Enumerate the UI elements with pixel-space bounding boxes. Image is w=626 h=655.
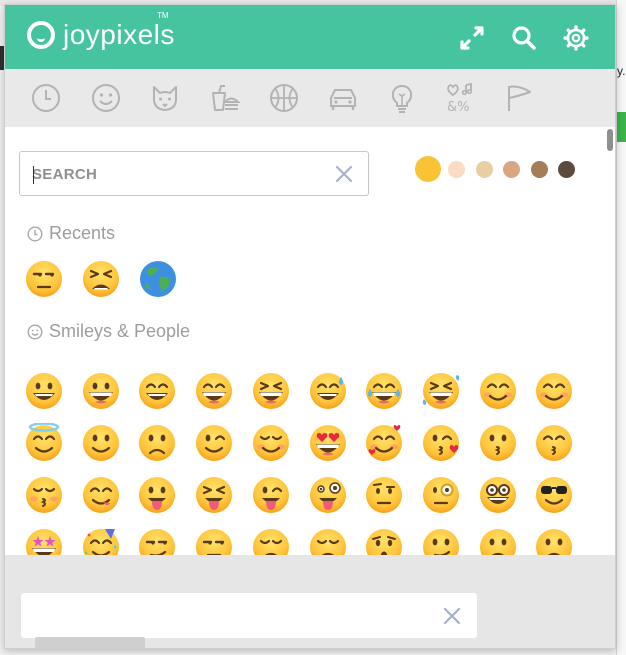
- emoji-smiling-face[interactable]: [478, 371, 518, 411]
- emoji-smiling-face-sunglasses[interactable]: [534, 475, 574, 515]
- page-edge: [616, 0, 626, 655]
- emoji-face-with-tongue[interactable]: [137, 475, 177, 515]
- emoji-tired-face[interactable]: [81, 259, 121, 299]
- emoji-unamused-face[interactable]: [194, 527, 234, 555]
- emoji-relieved-face[interactable]: [251, 423, 291, 463]
- skin-tone-4[interactable]: [503, 161, 520, 178]
- logo-text: joypixels: [63, 19, 175, 50]
- recent-clock-icon[interactable]: [29, 81, 63, 115]
- food-icon[interactable]: [208, 81, 242, 115]
- skin-tone-1[interactable]: [415, 156, 441, 182]
- emoji-rolling-laughing[interactable]: [421, 371, 461, 411]
- picker-header: joypixels TM: [5, 5, 615, 69]
- emoji-winking-face[interactable]: [194, 423, 234, 463]
- recent-clock-icon: [27, 225, 43, 242]
- close-icon[interactable]: [332, 162, 356, 186]
- skin-tone-2[interactable]: [448, 161, 465, 178]
- emoji-kissing-face[interactable]: [478, 423, 518, 463]
- emoji-frowning-face[interactable]: [534, 527, 574, 555]
- emoji-confused-face[interactable]: [421, 527, 461, 555]
- emoji-grinning-face[interactable]: [24, 371, 64, 411]
- emoji-search-box: [19, 151, 369, 196]
- emoji-scroll-area[interactable]: Recents Smileys & People: [5, 127, 615, 555]
- vertical-scrollbar-thumb[interactable]: [607, 129, 613, 151]
- emoji-pensive-face[interactable]: [308, 527, 348, 555]
- emoji-face-tears-of-joy[interactable]: [364, 371, 404, 411]
- emoji-smiling-face-halo[interactable]: [24, 423, 64, 463]
- emoji-grinning-face-big-eyes[interactable]: [81, 371, 121, 411]
- skin-tone-3[interactable]: [476, 161, 493, 178]
- emoji-slightly-frowning-face[interactable]: [478, 527, 518, 555]
- emoji-partying-face[interactable]: [81, 527, 121, 555]
- emoji-output-field[interactable]: [21, 593, 477, 638]
- emoji-upside-down-face[interactable]: [137, 423, 177, 463]
- emoji-smiling-face-smiling-eyes[interactable]: [534, 371, 574, 411]
- emoji-worried-face[interactable]: [364, 527, 404, 555]
- recents-label: Recents: [49, 223, 116, 243]
- skin-tone-5[interactable]: [531, 161, 548, 178]
- joypixels-logo-icon: [27, 21, 55, 49]
- expand-icon[interactable]: [457, 23, 487, 53]
- header-actions: [457, 23, 591, 53]
- smileys-section-title: Smileys & People: [27, 321, 190, 342]
- svg-text:&%: &%: [447, 100, 470, 114]
- text-caret: [33, 166, 34, 184]
- emoji-beaming-face[interactable]: [194, 371, 234, 411]
- emoji-squinting-face-tongue[interactable]: [194, 475, 234, 515]
- sports-ball-icon[interactable]: [267, 81, 301, 115]
- car-icon[interactable]: [326, 81, 360, 115]
- emoji-face-raised-eyebrow[interactable]: [364, 475, 404, 515]
- emoji-grinning-squinting-face[interactable]: [251, 371, 291, 411]
- animal-icon[interactable]: [148, 81, 182, 115]
- emoji-nerd-face[interactable]: [478, 475, 518, 515]
- emoji-face-with-monocle[interactable]: [421, 475, 461, 515]
- smileys-label: Smileys & People: [49, 321, 191, 341]
- lightbulb-icon[interactable]: [385, 81, 419, 115]
- joypixels-logo: joypixels: [27, 19, 175, 51]
- emoji-smiling-face-hearts[interactable]: [364, 423, 404, 463]
- emoji-face-savoring-food[interactable]: [81, 475, 121, 515]
- recents-section-title: Recents: [27, 223, 115, 244]
- smiley-icon: [27, 323, 43, 340]
- horizontal-scrollbar-thumb[interactable]: [35, 637, 145, 648]
- close-icon[interactable]: [439, 603, 465, 629]
- flag-icon[interactable]: [502, 81, 536, 115]
- gear-icon[interactable]: [561, 23, 591, 53]
- emoji-search-input[interactable]: [32, 162, 322, 186]
- emoji-winking-face-tongue[interactable]: [251, 475, 291, 515]
- emoji-disappointed-face[interactable]: [251, 527, 291, 555]
- emoji-grinning-face-smiling-eyes[interactable]: [137, 371, 177, 411]
- emoji-smirking-face[interactable]: [137, 527, 177, 555]
- emoji-globe-asia-australia[interactable]: [138, 259, 178, 299]
- smiley-icon[interactable]: [89, 81, 123, 115]
- emoji-kissing-face-closed-eyes[interactable]: [24, 475, 64, 515]
- symbols-icon[interactable]: &%: [443, 81, 477, 115]
- emoji-unamused-face[interactable]: [24, 259, 64, 299]
- emoji-slightly-smiling-face[interactable]: [81, 423, 121, 463]
- emoji-smiling-face-heart-eyes[interactable]: [308, 423, 348, 463]
- skin-tone-6[interactable]: [558, 161, 575, 178]
- search-icon[interactable]: [509, 23, 539, 53]
- emoji-zany-face[interactable]: [308, 475, 348, 515]
- page-edge-accent: [617, 112, 626, 142]
- page-edge-text: y.: [617, 64, 626, 78]
- emoji-kissing-face-smiling-eyes[interactable]: [534, 423, 574, 463]
- emoji-star-struck[interactable]: [24, 527, 64, 555]
- emoji-picker-panel: joypixels TM &% SEARCH Recents Smileys &…: [4, 4, 616, 649]
- category-bar: &%: [5, 69, 615, 127]
- logo-trademark: TM: [157, 11, 169, 20]
- emoji-grinning-face-sweat[interactable]: [308, 371, 348, 411]
- picker-footer: [5, 555, 615, 648]
- emoji-face-blowing-kiss[interactable]: [421, 423, 461, 463]
